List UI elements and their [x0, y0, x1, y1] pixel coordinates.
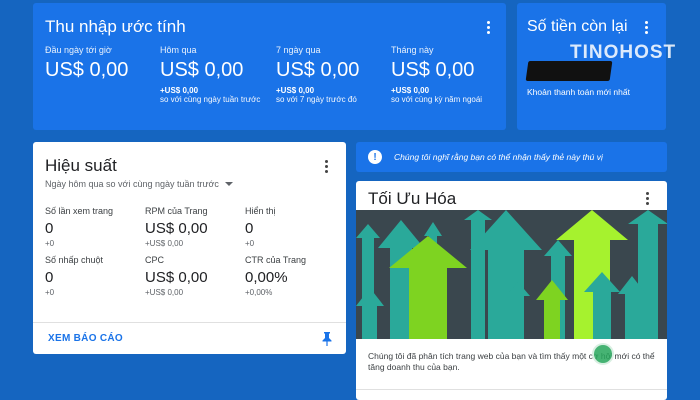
stat-value: 0 [45, 220, 54, 237]
redacted-balance-amount [525, 61, 613, 81]
stat-value: US$ 0,00 [145, 220, 208, 237]
stat-clicks: Số nhấp chuột 0 +0 [45, 255, 140, 297]
stat-value: 0 [45, 269, 54, 286]
metric-compare: so với 7 ngày trước đó [276, 95, 357, 104]
metric-label: 7 ngày qua [276, 45, 321, 55]
stat-change: +US$ 0,00 [145, 239, 184, 248]
stat-cpc: CPC US$ 0,00 +US$ 0,00 [145, 255, 240, 297]
stat-page-views: Số lần xem trang 0 +0 [45, 206, 140, 248]
card-divider [356, 389, 667, 390]
caret-down-icon [224, 182, 233, 186]
metric-change: +US$ 0,00 [391, 86, 430, 95]
stat-page-rpm: RPM của Trang US$ 0,00 +US$ 0,00 [145, 206, 240, 248]
stat-label: CTR của Trang [245, 255, 307, 265]
notice-text: Chúng tôi nghĩ rằng bạn có thể nhận thấy… [394, 152, 603, 162]
performance-title: Hiệu suất [45, 156, 117, 175]
metric-change: +US$ 0,00 [276, 86, 315, 95]
alert-icon: ! [368, 150, 382, 164]
earnings-title: Thu nhập ước tính [45, 17, 186, 36]
metric-compare: so với cùng kỳ năm ngoái [391, 95, 483, 104]
more-vert-icon[interactable] [639, 190, 655, 206]
date-range-label: Ngày hôm qua so với cùng ngày tuần trước [45, 179, 219, 189]
performance-card: Hiệu suất Ngày hôm qua so với cùng ngày … [33, 142, 346, 354]
more-vert-icon[interactable] [318, 158, 334, 174]
metric-yesterday[interactable]: Hôm qua US$ 0,00 +US$ 0,00 so với cùng n… [160, 45, 270, 105]
metric-value: US$ 0,00 [276, 59, 360, 81]
stat-value: 0,00% [245, 269, 288, 286]
notice-banner: ! Chúng tôi nghĩ rằng bạn có thể nhận th… [356, 142, 667, 172]
stat-impressions: Hiển thị 0 +0 [245, 206, 340, 248]
metric-label: Đầu ngày tới giờ [45, 45, 112, 55]
stat-label: RPM của Trang [145, 206, 208, 216]
stat-change: +0 [45, 239, 55, 248]
stat-label: Hiển thị [245, 206, 276, 216]
metric-value: US$ 0,00 [160, 59, 244, 81]
growth-arrows-illustration [356, 210, 667, 339]
metric-this-month[interactable]: Tháng này US$ 0,00 +US$ 0,00 so với cùng… [391, 45, 501, 105]
stat-label: Số lần xem trang [45, 206, 114, 216]
metric-last-7-days[interactable]: 7 ngày qua US$ 0,00 +US$ 0,00 so với 7 n… [276, 45, 386, 105]
optimization-card[interactable]: Tối Ưu Hóa Chúng tôi đã phân tích trang … [356, 181, 667, 400]
optimization-title: Tối Ưu Hóa [368, 189, 457, 208]
metric-value: US$ 0,00 [391, 59, 475, 81]
check-circle-icon [592, 343, 614, 365]
date-range-dropdown[interactable]: Ngày hôm qua so với cùng ngày tuần trước [45, 179, 233, 189]
optimization-description: Chúng tôi đã phân tích trang web của bạn… [368, 351, 655, 372]
metric-label: Tháng này [391, 45, 434, 55]
stat-page-ctr: CTR của Trang 0,00% +0,00% [245, 255, 340, 297]
stat-change: +0,00% [245, 288, 273, 297]
estimated-earnings-card: Thu nhập ước tính Đầu ngày tới giờ US$ 0… [33, 3, 506, 130]
balance-title: Số tiền còn lại [527, 18, 628, 35]
card-divider [33, 322, 346, 323]
more-vert-icon[interactable] [638, 19, 654, 35]
metric-today[interactable]: Đầu ngày tới giờ US$ 0,00 [45, 45, 155, 82]
metric-change: +US$ 0,00 [160, 86, 199, 95]
stat-value: US$ 0,00 [145, 269, 208, 286]
stat-change: +US$ 0,00 [145, 288, 184, 297]
stat-label: CPC [145, 255, 165, 265]
metric-compare: so với cùng ngày tuần trước [160, 95, 261, 104]
more-vert-icon[interactable] [480, 19, 496, 35]
pin-icon[interactable] [322, 332, 332, 346]
stat-change: +0 [45, 288, 55, 297]
stat-change: +0 [245, 239, 255, 248]
stat-label: Số nhấp chuột [45, 255, 104, 265]
metric-value: US$ 0,00 [45, 59, 129, 81]
stat-value: 0 [245, 220, 254, 237]
balance-card: Số tiền còn lại Khoản thanh toán mới nhấ… [517, 3, 666, 130]
latest-payment-note: Khoản thanh toán mới nhất [527, 87, 630, 97]
view-report-link[interactable]: XEM BÁO CÁO [48, 333, 123, 344]
metric-label: Hôm qua [160, 45, 197, 55]
